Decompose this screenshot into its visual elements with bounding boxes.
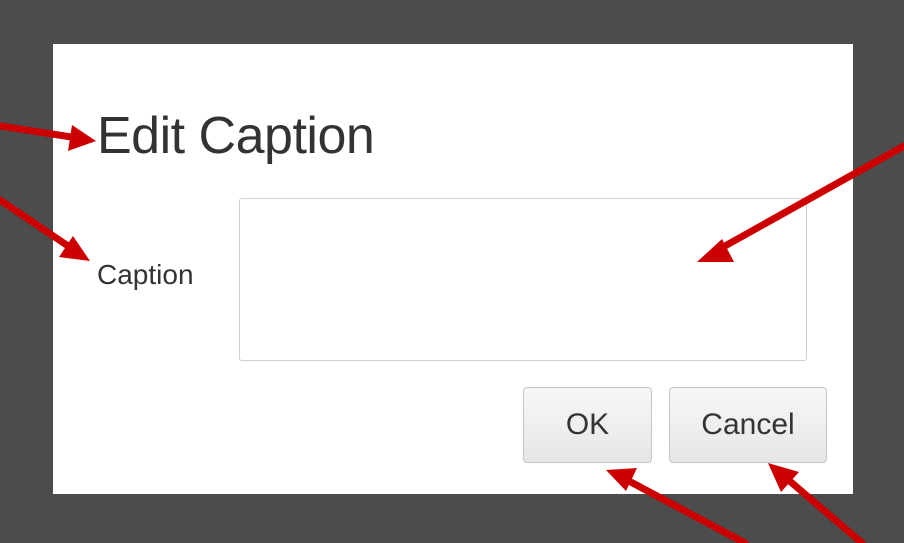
caption-label: Caption: [97, 259, 194, 290]
cancel-button[interactable]: Cancel: [669, 387, 827, 463]
dialog-title: Edit Caption: [97, 107, 375, 165]
edit-caption-dialog: Edit Caption Caption OK Cancel: [53, 44, 853, 494]
ok-button[interactable]: OK: [523, 387, 652, 463]
caption-input[interactable]: [239, 198, 807, 361]
